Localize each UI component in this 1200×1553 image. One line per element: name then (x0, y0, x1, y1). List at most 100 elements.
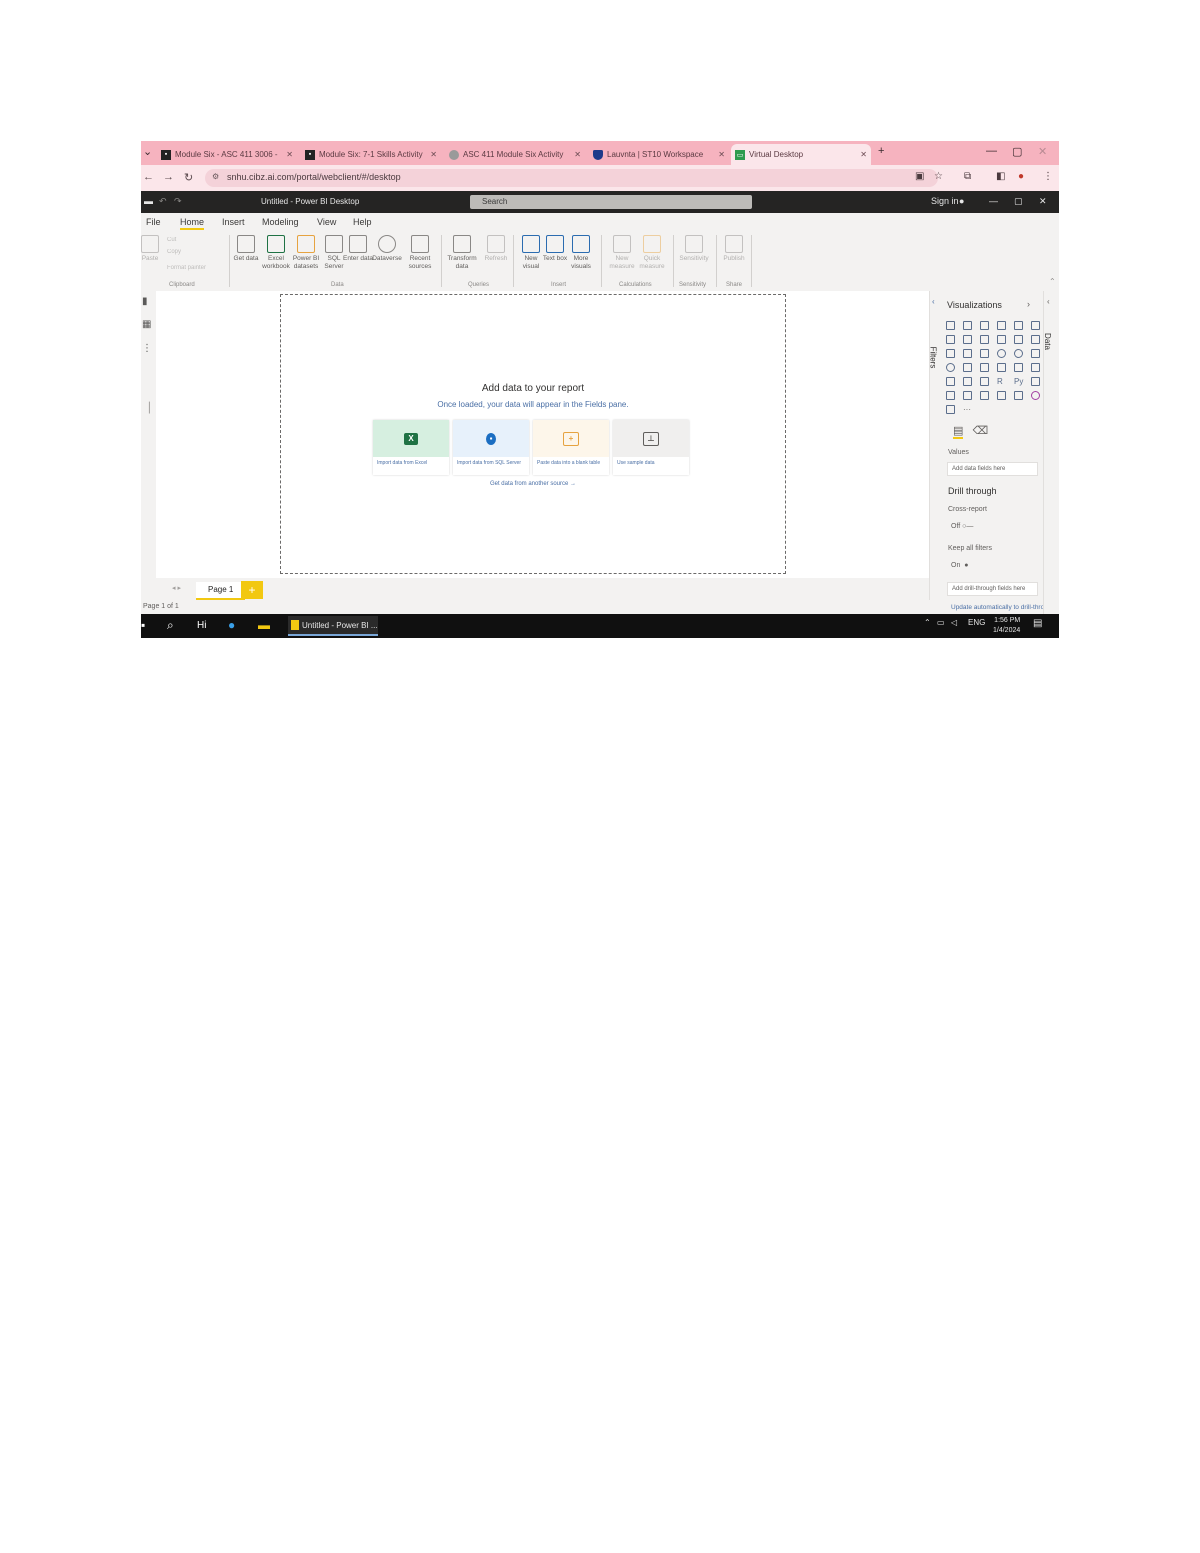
browser-tab-active[interactable]: ▭ Virtual Desktop ✕ (731, 144, 871, 165)
line-clustered-column-icon[interactable] (1014, 335, 1023, 344)
decomposition-tree-icon[interactable] (946, 391, 955, 400)
report-canvas[interactable]: Add data to your report Once loaded, you… (156, 291, 929, 578)
slicer-icon[interactable] (946, 377, 955, 386)
copy-button[interactable]: Copy (167, 249, 181, 255)
keep-all-filters-toggle[interactable]: On ● (951, 562, 968, 569)
get-data-other-source-link[interactable]: Get data from another source → (281, 481, 785, 487)
card-icon[interactable] (997, 363, 1006, 372)
r-visual-icon[interactable]: R (997, 377, 1006, 386)
new-tab-button[interactable]: + (878, 145, 884, 157)
clock[interactable]: 1:56 PM 1/4/2024 (993, 616, 1020, 636)
page-tab[interactable]: Page 1 (196, 582, 246, 600)
pie-chart-icon[interactable] (997, 349, 1006, 358)
add-page-button[interactable]: + (241, 581, 263, 599)
line-column-chart-icon[interactable] (997, 335, 1006, 344)
close-tab-icon[interactable]: ✕ (430, 150, 437, 159)
cast-icon[interactable]: ▣ (915, 171, 924, 182)
kpi-icon[interactable] (1031, 363, 1040, 372)
tab-file[interactable]: File (146, 217, 161, 227)
100-column-chart-icon[interactable] (1031, 321, 1040, 330)
close-tab-icon[interactable]: ✕ (718, 150, 725, 159)
app-close-button[interactable]: ✕ (1039, 196, 1047, 207)
model-view-icon[interactable]: ⋮ (142, 343, 152, 354)
table-view-icon[interactable]: ▦ (142, 319, 151, 330)
paginated-report-icon[interactable] (997, 391, 1006, 400)
tab-search-icon[interactable]: ⌄ (143, 145, 152, 158)
tab-help[interactable]: Help (353, 217, 372, 227)
redo-icon[interactable]: ↷ (174, 196, 182, 207)
build-visual-icon[interactable]: ▤ (953, 425, 964, 439)
close-button[interactable]: ✕ (1038, 145, 1047, 158)
network-icon[interactable]: ▭ (937, 618, 945, 627)
excel-card[interactable]: X Import data from Excel (373, 420, 449, 475)
extensions-icon[interactable]: ⧉ (964, 171, 971, 182)
refresh-button[interactable]: Refresh (481, 235, 511, 263)
minimize-button[interactable]: — (986, 145, 997, 157)
forward-icon[interactable]: → (163, 171, 174, 183)
transform-data-button[interactable]: Transform data (447, 235, 477, 271)
python-visual-icon[interactable]: Py (1014, 377, 1023, 386)
new-measure-button[interactable]: New measure (607, 235, 637, 271)
page-nav-arrows-icon[interactable]: ◂ ▸ (172, 584, 181, 592)
site-info-icon[interactable]: ⚙ (212, 172, 219, 181)
avatar-icon[interactable]: ● (959, 196, 964, 206)
reload-icon[interactable]: ↻ (184, 171, 193, 184)
line-chart-icon[interactable] (946, 335, 955, 344)
map-icon[interactable] (946, 363, 955, 372)
cut-button[interactable]: Cut (167, 237, 176, 243)
stacked-bar-chart-icon[interactable] (946, 321, 955, 330)
search-icon[interactable]: ⌕ (167, 618, 174, 633)
narrative-icon[interactable] (980, 391, 989, 400)
more-visuals-ellipsis-icon[interactable]: ··· (963, 405, 972, 414)
100-bar-chart-icon[interactable] (1014, 321, 1023, 330)
browser-menu-icon[interactable]: ⋮ (1043, 171, 1053, 182)
stacked-area-chart-icon[interactable] (980, 335, 989, 344)
collapse-ribbon-icon[interactable]: ⌃ (1049, 277, 1056, 286)
enter-data-button[interactable]: Enter data (343, 235, 373, 263)
ribbon-chart-icon[interactable] (1031, 335, 1040, 344)
filters-pane-collapsed[interactable]: ‹ Filters (928, 291, 944, 600)
more-visuals-button[interactable]: More visuals (566, 235, 596, 271)
volume-icon[interactable]: ◁ (951, 618, 957, 627)
paste-button[interactable]: Paste (141, 235, 165, 263)
clustered-bar-chart-icon[interactable] (980, 321, 989, 330)
sample-data-card[interactable]: ⊥ Use sample data (613, 420, 689, 475)
key-influencers-icon[interactable] (1031, 377, 1040, 386)
edge-icon[interactable]: ● (228, 618, 235, 632)
get-data-button[interactable]: Get data (231, 235, 261, 263)
tray-chevron-icon[interactable]: ⌃ (924, 618, 931, 627)
stacked-column-chart-icon[interactable] (963, 321, 972, 330)
gauge-icon[interactable] (980, 363, 989, 372)
recent-sources-button[interactable]: Recent sources (405, 235, 435, 271)
start-icon[interactable]: ▪ (141, 618, 145, 632)
file-explorer-icon[interactable]: ▬ (258, 618, 270, 632)
treemap-icon[interactable] (1031, 349, 1040, 358)
collapse-pane-icon[interactable]: › (1027, 299, 1030, 309)
bookmark-star-icon[interactable]: ☆ (934, 171, 943, 182)
close-tab-icon[interactable]: ✕ (574, 150, 581, 159)
donut-chart-icon[interactable] (1014, 349, 1023, 358)
close-tab-icon[interactable]: ✕ (860, 150, 867, 159)
scatter-chart-icon[interactable] (980, 349, 989, 358)
data-pane-collapsed[interactable]: ‹ Data (1043, 291, 1059, 614)
format-painter-button[interactable]: Format painter (167, 265, 206, 271)
drill-through-well[interactable]: Add drill-through fields here (947, 582, 1038, 596)
undo-icon[interactable]: ↶ (159, 196, 167, 207)
notifications-icon[interactable]: ▤ (1033, 618, 1042, 629)
side-panel-icon[interactable]: ◧ (996, 171, 1005, 182)
save-icon[interactable]: ▬ (144, 196, 153, 206)
browser-tab[interactable]: ▪ Module Six: 7-1 Skills Activity ✕ (301, 144, 441, 165)
arcgis-icon[interactable] (946, 405, 955, 414)
waterfall-chart-icon[interactable] (946, 349, 955, 358)
browser-tab[interactable]: Lauvnta | ST10 Workspace ✕ (589, 144, 729, 165)
maximize-button[interactable]: ▢ (1012, 145, 1022, 158)
dataverse-button[interactable]: Dataverse (372, 235, 402, 263)
expand-filters-icon[interactable]: ‹ (932, 297, 935, 306)
paste-data-card[interactable]: + Paste data into a blank table (533, 420, 609, 475)
multi-row-card-icon[interactable] (1014, 363, 1023, 372)
format-visual-icon[interactable]: ⌫ (973, 425, 989, 437)
qa-icon[interactable] (963, 391, 972, 400)
browser-tab[interactable]: ASC 411 Module Six Activity ✕ (445, 144, 585, 165)
filled-map-icon[interactable] (963, 363, 972, 372)
tab-modeling[interactable]: Modeling (262, 217, 299, 227)
